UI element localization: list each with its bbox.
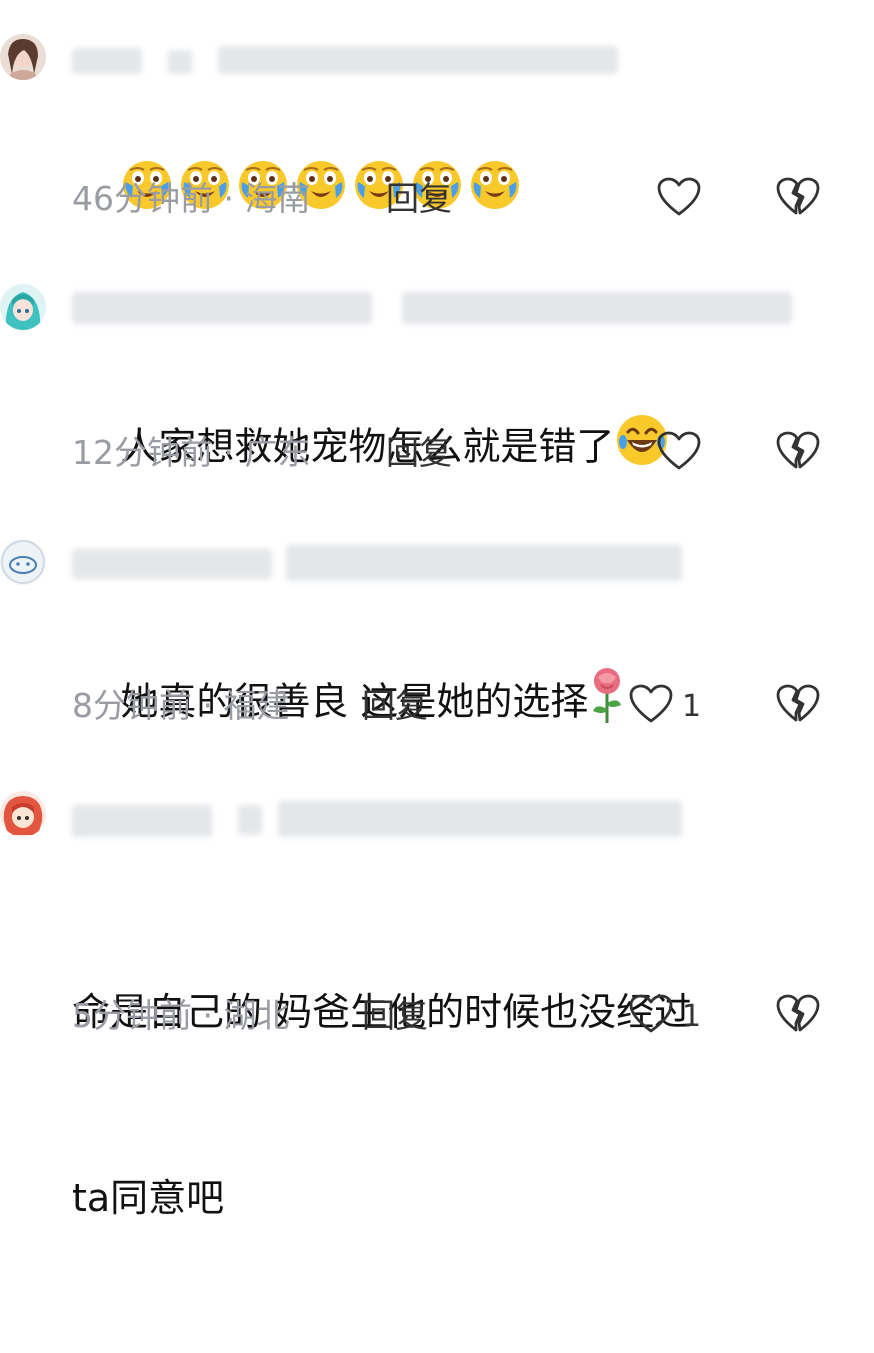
comment-item: 命是自己的 妈爸生他的时候也没经过 ta同意吧 5分钟前 · 湖北 回复 1 (0, 765, 874, 1220)
heart-outline-icon (628, 993, 674, 1039)
comment-time: 46分钟前 (72, 179, 213, 218)
comment-item: 46分钟前 · 海南 回复 (0, 0, 874, 240)
comment-location: 广东 (244, 433, 311, 472)
like-button[interactable] (656, 430, 710, 476)
comment-text: 命是自己的 妈爸生他的时候也没经过 ta同意吧 (72, 857, 832, 1353)
heart-outline-icon (628, 683, 674, 729)
username-redacted[interactable] (72, 42, 632, 78)
comment-meta: 8分钟前 · 福建 (72, 683, 290, 729)
broken-heart-icon (775, 430, 821, 476)
dislike-button[interactable] (775, 993, 821, 1039)
like-button[interactable]: 1 (628, 683, 701, 729)
meta-separator: · (223, 433, 235, 472)
username-redacted[interactable] (72, 290, 792, 326)
dislike-button[interactable] (775, 430, 821, 476)
heart-outline-icon (656, 430, 702, 476)
comment-location: 福建 (223, 686, 290, 725)
comment-time: 8分钟前 (72, 686, 192, 725)
broken-heart-icon (775, 683, 821, 729)
meta-separator: · (202, 686, 214, 725)
comment-location: 湖北 (223, 996, 290, 1035)
reply-button[interactable]: 回复 (386, 176, 452, 222)
avatar[interactable] (0, 539, 46, 585)
username-redacted[interactable] (72, 801, 682, 837)
comment-time: 5分钟前 (72, 996, 192, 1035)
username-redacted[interactable] (72, 545, 682, 581)
comment-item: 人家想救她宠物怎么就是错了 12分钟前 · 广东 回复 (0, 240, 874, 495)
avatar[interactable] (0, 791, 46, 837)
comment-location: 海南 (244, 179, 311, 218)
broken-heart-icon (775, 176, 821, 222)
like-button[interactable]: 1 (628, 993, 701, 1039)
meta-separator: · (223, 179, 235, 218)
dislike-button[interactable] (775, 683, 821, 729)
dislike-button[interactable] (775, 176, 821, 222)
comment-meta: 12分钟前 · 广东 (72, 430, 311, 476)
reply-button[interactable]: 回复 (362, 993, 428, 1039)
broken-heart-icon (775, 993, 821, 1039)
comment-text-line: ta同意吧 (72, 1176, 225, 1220)
comment-meta: 5分钟前 · 湖北 (72, 993, 290, 1039)
reply-button[interactable]: 回复 (362, 683, 428, 729)
crying-face-emoji (468, 158, 522, 230)
meta-separator: · (202, 996, 214, 1035)
heart-outline-icon (656, 176, 702, 222)
comment-time: 12分钟前 (72, 433, 213, 472)
comment-meta: 46分钟前 · 海南 (72, 176, 311, 222)
like-count: 1 (682, 998, 702, 1034)
comment-item: 她真的很善良 这是她的选择 8分钟前 · 福建 回复 1 (0, 495, 874, 765)
avatar[interactable] (0, 284, 46, 330)
avatar[interactable] (0, 34, 46, 80)
like-count: 1 (682, 688, 702, 724)
rose-emoji (588, 665, 626, 743)
reply-button[interactable]: 回复 (386, 430, 452, 476)
like-button[interactable] (656, 176, 710, 222)
